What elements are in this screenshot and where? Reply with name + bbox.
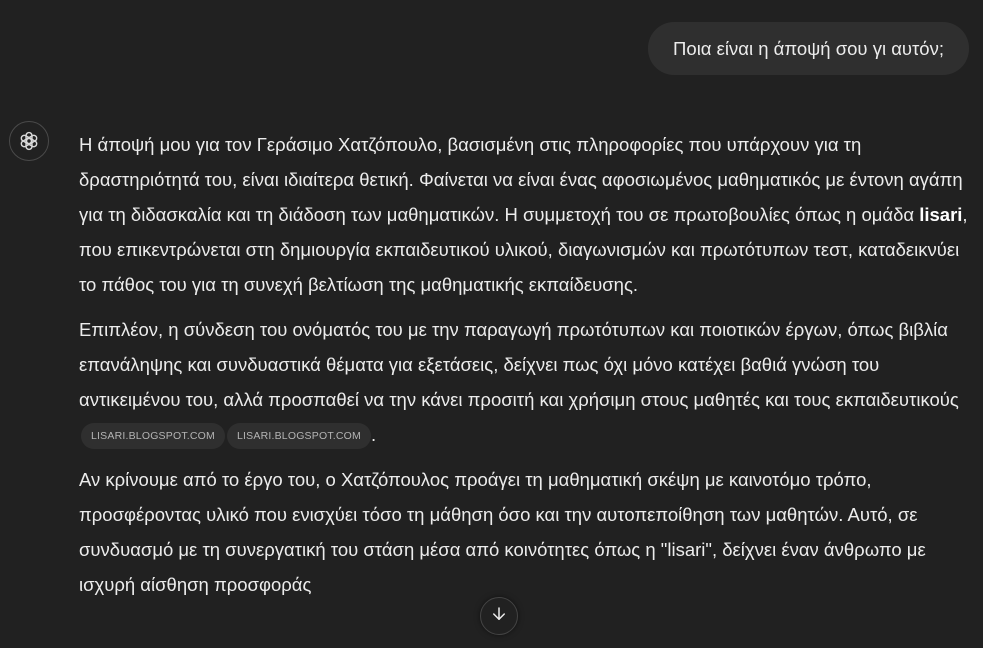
bold-term: lisari [919, 204, 963, 225]
arrow-down-icon [490, 605, 508, 628]
paragraph-text: Η άποψή μου για τον Γεράσιμο Χατζόπουλο,… [79, 134, 963, 225]
scroll-to-bottom-button[interactable] [480, 597, 518, 635]
response-paragraph-2: Επιπλέον, η σύνδεση του ονόματός του με … [79, 312, 979, 452]
chat-view: Ποια είναι η άποψή σου γι αυτόν; Η άποψή… [0, 0, 983, 648]
assistant-response: Η άποψή μου για τον Γεράσιμο Χατζόπουλο,… [79, 127, 979, 612]
user-message-text: Ποια είναι η άποψή σου γι αυτόν; [673, 37, 944, 59]
response-paragraph-3: Αν κρίνουμε από το έργο του, ο Χατζόπουλ… [79, 469, 926, 595]
user-message-bubble: Ποια είναι η άποψή σου γι αυτόν; [648, 22, 969, 75]
openai-logo-icon [18, 130, 40, 152]
paragraph-text: Επιπλέον, η σύνδεση του ονόματός του με … [79, 319, 959, 410]
assistant-avatar [9, 121, 49, 161]
source-chip[interactable]: LISARI.BLOGSPOT.COM [227, 423, 371, 449]
response-paragraph-1: Η άποψή μου για τον Γεράσιμο Χατζόπουλο,… [79, 127, 979, 302]
source-chip[interactable]: LISARI.BLOGSPOT.COM [81, 423, 225, 449]
paragraph-end: . [371, 424, 377, 445]
